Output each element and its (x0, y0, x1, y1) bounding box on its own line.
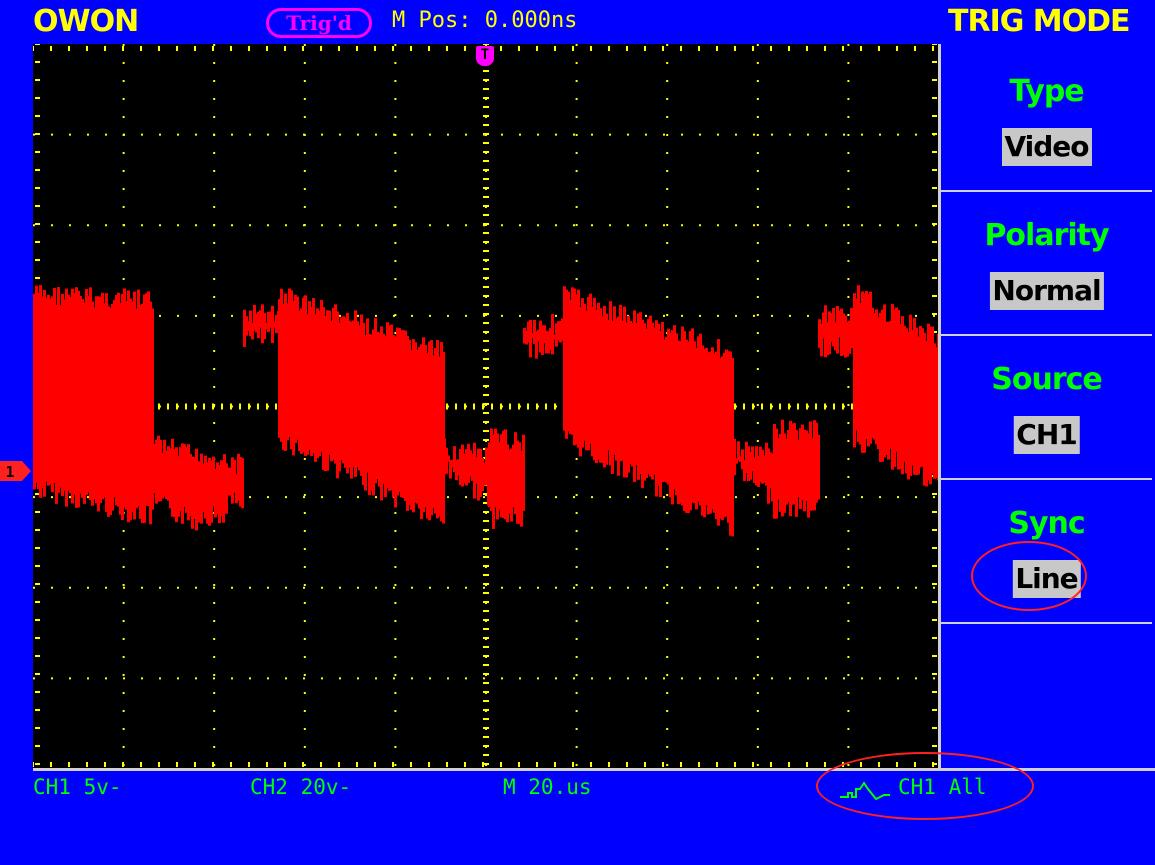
ch1-scale: CH1 5v- (33, 775, 122, 799)
menu-title: TRIG MODE (948, 4, 1131, 39)
menu-item-type-value: Video (1001, 128, 1092, 166)
sync-annotation-circle (971, 541, 1087, 611)
ch1-ground-marker: 1 (0, 461, 31, 481)
menu-item-source-value: CH1 (1013, 416, 1080, 454)
menu-item-polarity-label: Polarity (984, 218, 1109, 253)
trigger-position-marker: T (476, 46, 494, 66)
menu-item-polarity-value: Normal (989, 272, 1104, 310)
waveform-display (33, 44, 939, 769)
ch2-scale: CH2 20v- (250, 775, 352, 799)
menu-item-type-label: Type (1009, 74, 1084, 109)
menu-item-source-label: Source (991, 362, 1103, 397)
trigger-info-annotation-circle (816, 752, 1034, 820)
m-pos-readout: M Pos: 0.000ns (392, 8, 578, 33)
menu-item-empty[interactable] (941, 624, 1152, 768)
menu-item-source[interactable]: Source CH1 (941, 336, 1152, 478)
trigger-status-badge: Trig'd (266, 8, 372, 38)
timebase: M 20.us (503, 775, 592, 799)
menu-item-polarity[interactable]: Polarity Normal (941, 192, 1152, 334)
menu-item-sync-label: Sync (1008, 506, 1085, 541)
graticule (33, 44, 939, 767)
menu-item-type[interactable]: Type Video (941, 48, 1152, 190)
brand-logo: OWON (33, 4, 139, 39)
ch1-marker-label: 1 (5, 463, 14, 481)
